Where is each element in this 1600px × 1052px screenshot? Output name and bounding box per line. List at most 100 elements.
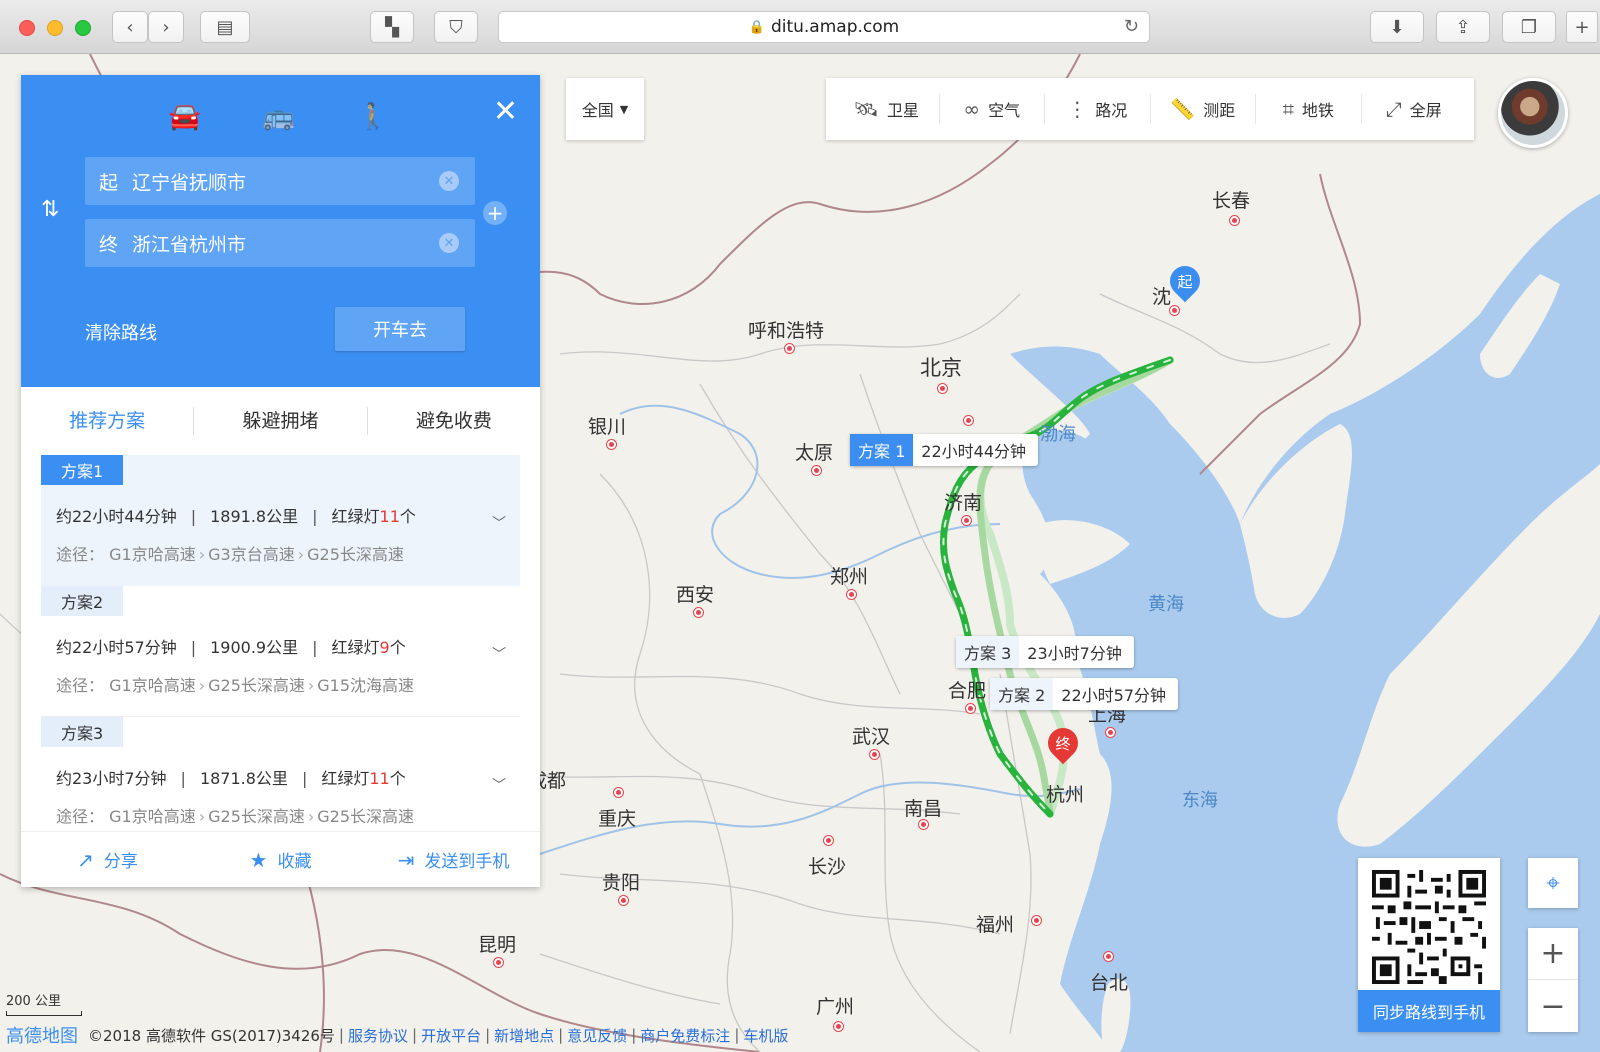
city-label[interactable]: 郑州 <box>830 562 868 589</box>
map-plan-1-label[interactable]: 方案 1 22小时44分钟 <box>850 434 1039 466</box>
city-dot[interactable] <box>964 416 973 425</box>
city-label[interactable]: 广州 <box>816 992 854 1019</box>
clear-route-link[interactable]: 清除路线 <box>85 319 157 345</box>
route-item[interactable]: 方案1 约22小时44分钟 | 1891.8公里 | 红绿灯11个 途径： G1京哈高速… <box>41 455 520 586</box>
locate-me-button[interactable]: ⌖ <box>1528 858 1578 908</box>
swap-button[interactable]: ⇅ <box>41 197 59 222</box>
city-dot[interactable] <box>870 750 879 759</box>
downloads-button[interactable]: ⬇ <box>1370 11 1424 43</box>
extension-button[interactable]: ▚ <box>370 11 414 43</box>
address-bar[interactable]: 🔒 ditu.amap.com ↻ <box>498 11 1150 43</box>
user-avatar[interactable] <box>1498 78 1568 148</box>
city-dot[interactable] <box>1032 916 1041 925</box>
footer-link[interactable]: 车机版 <box>743 1025 788 1046</box>
city-label[interactable]: 北京 <box>920 352 962 382</box>
city-dot[interactable] <box>614 788 623 797</box>
tabs-button[interactable]: ❐ <box>1502 11 1556 43</box>
footer-link[interactable]: 商户免费标注 <box>640 1025 730 1046</box>
close-window-button[interactable] <box>19 20 35 36</box>
city-dot[interactable] <box>607 440 616 449</box>
city-label[interactable]: 贵阳 <box>602 868 640 895</box>
walk-mode-tab[interactable]: 🚶 <box>353 97 393 137</box>
send-to-phone-button[interactable]: ⇥ 发送到手机 <box>367 847 540 873</box>
clear-end-button[interactable]: ✕ <box>439 233 459 253</box>
start-driving-button[interactable]: 开车去 <box>335 307 465 351</box>
city-dot[interactable] <box>1106 728 1115 737</box>
city-dot[interactable] <box>619 896 628 905</box>
city-dot[interactable] <box>494 958 503 967</box>
tool-subway[interactable]: ⌗ 地铁 <box>1256 94 1362 124</box>
new-tab-button[interactable]: + <box>1566 11 1598 43</box>
zoom-out-button[interactable]: − <box>1528 980 1578 1032</box>
city-label[interactable]: 太原 <box>795 438 833 465</box>
city-dot[interactable] <box>966 704 975 713</box>
forward-button[interactable]: › <box>148 11 184 43</box>
city-label[interactable]: 济南 <box>944 488 982 515</box>
zoom-in-button[interactable]: + <box>1528 928 1578 980</box>
city-dot[interactable] <box>1104 952 1113 961</box>
close-panel-button[interactable]: ✕ <box>493 97 518 127</box>
city-label[interactable]: 武汉 <box>852 722 890 749</box>
region-selector[interactable]: 全国 ▼ <box>566 78 644 140</box>
footer-link[interactable]: 开放平台 <box>421 1025 481 1046</box>
drive-mode-tab[interactable]: 🚘 <box>165 97 205 137</box>
pocket-button[interactable]: ⛉ <box>434 11 478 43</box>
city-label[interactable]: 杭州 <box>1046 780 1084 807</box>
city-label[interactable]: 合肥 <box>948 676 986 703</box>
end-marker[interactable]: 终 <box>1041 721 1085 766</box>
clear-start-button[interactable]: ✕ <box>439 171 459 191</box>
expand-chevron-icon[interactable]: ﹀ <box>492 644 506 664</box>
city-dot[interactable] <box>1170 306 1179 315</box>
city-label[interactable]: 沈 <box>1152 282 1171 309</box>
city-label[interactable]: 台北 <box>1090 968 1128 995</box>
qr-label[interactable]: 同步路线到手机 <box>1358 990 1500 1032</box>
share-button[interactable]: ⇪ <box>1436 11 1490 43</box>
city-label[interactable]: 西安 <box>676 580 714 607</box>
city-label[interactable]: 南昌 <box>904 794 942 821</box>
add-waypoint-button[interactable]: + <box>483 201 507 225</box>
tool-satellite[interactable]: 🛰 卫星 <box>834 94 940 124</box>
option-avoid-congestion[interactable]: 躲避拥堵 <box>194 407 368 435</box>
qr-sync-widget[interactable]: 同步路线到手机 <box>1358 858 1500 1032</box>
zoom-window-button[interactable] <box>75 20 91 36</box>
city-label[interactable]: 重庆 <box>598 804 636 831</box>
expand-chevron-icon[interactable]: ﹀ <box>492 513 506 533</box>
footer-link[interactable]: 意见反馈 <box>567 1025 627 1046</box>
start-input[interactable]: 起 辽宁省抚顺市 ✕ <box>85 157 475 205</box>
favorite-route-button[interactable]: ★ 收藏 <box>194 847 367 873</box>
city-label[interactable]: 长春 <box>1212 186 1250 213</box>
option-avoid-tolls[interactable]: 避免收费 <box>368 407 540 435</box>
tool-air[interactable]: ∞ 空气 <box>940 94 1045 124</box>
share-route-button[interactable]: ↗ 分享 <box>21 847 194 873</box>
city-label[interactable]: 长沙 <box>808 852 846 879</box>
route-item[interactable]: 方案2 约22小时57分钟 | 1900.9公里 | 红绿灯9个 途径： G1京哈高速 ›… <box>41 586 520 717</box>
map-plan-3-label[interactable]: 方案 3 23小时7分钟 <box>956 636 1134 668</box>
city-dot[interactable] <box>1230 216 1239 225</box>
tool-fullscreen[interactable]: ⤢ 全屏 <box>1362 94 1467 124</box>
tool-traffic[interactable]: ⋮ 路况 <box>1045 94 1151 124</box>
footer-link[interactable]: 新增地点 <box>494 1025 554 1046</box>
city-label[interactable]: 银川 <box>588 412 626 439</box>
back-button[interactable]: ‹ <box>112 11 148 43</box>
city-dot[interactable] <box>847 590 856 599</box>
city-dot[interactable] <box>919 820 928 829</box>
end-input[interactable]: 终 浙江省杭州市 ✕ <box>85 219 475 267</box>
start-marker[interactable]: 起 <box>1163 259 1207 304</box>
city-label[interactable]: 福州 <box>976 910 1014 937</box>
city-label[interactable]: 昆明 <box>478 930 516 957</box>
city-dot[interactable] <box>785 344 794 353</box>
city-dot[interactable] <box>938 384 947 393</box>
reload-icon[interactable]: ↻ <box>1124 16 1139 37</box>
map-plan-2-label[interactable]: 方案 2 22小时57分钟 <box>990 678 1179 710</box>
city-label[interactable]: 呼和浩特 <box>748 316 824 343</box>
city-dot[interactable] <box>812 466 821 475</box>
expand-chevron-icon[interactable]: ﹀ <box>492 775 506 795</box>
minimize-window-button[interactable] <box>47 20 63 36</box>
sidebar-button[interactable]: ▤ <box>200 11 250 43</box>
footer-link[interactable]: 服务协议 <box>348 1025 408 1046</box>
tool-ruler[interactable]: 📏 测距 <box>1151 94 1256 124</box>
bus-mode-tab[interactable]: 🚌 <box>259 97 299 137</box>
city-dot[interactable] <box>962 516 971 525</box>
city-dot[interactable] <box>694 608 703 617</box>
city-dot[interactable] <box>834 1022 843 1031</box>
